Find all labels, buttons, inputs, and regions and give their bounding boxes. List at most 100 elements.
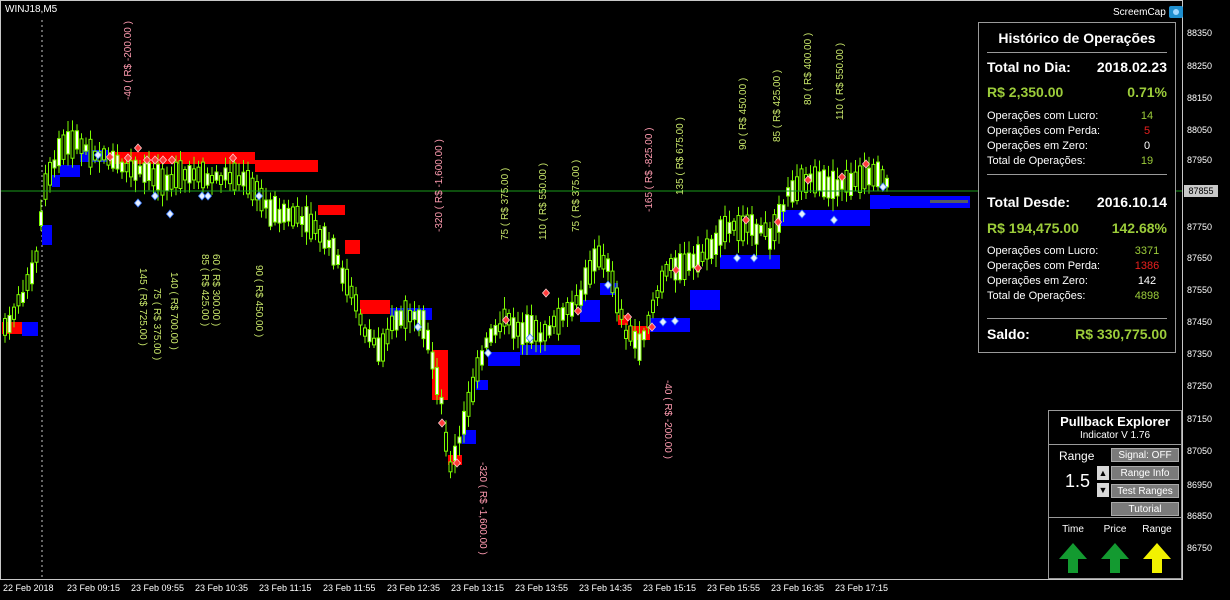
candle [511, 317, 516, 339]
candle [682, 253, 687, 281]
y-tick-label: 88250 [1187, 61, 1213, 71]
candle [111, 150, 115, 169]
y-tick-label: 88350 [1187, 28, 1213, 38]
candle [151, 168, 156, 187]
stat-label: Total de Operações: [987, 290, 1086, 302]
x-tick-label: 23 Feb 16:35 [771, 583, 825, 593]
range-up-button[interactable]: ▲ [1097, 466, 1109, 480]
candle [30, 262, 34, 285]
screemcap-label: ScreemCap [1113, 6, 1166, 18]
tutorial-button[interactable]: Tutorial [1111, 502, 1179, 516]
candle [304, 206, 309, 233]
trend-band [690, 290, 720, 310]
dia-header: Total no Dia: 2018.02.23 [987, 59, 1167, 75]
y-tick-label: 87250 [1187, 381, 1213, 391]
y-tick-label: 86950 [1187, 480, 1213, 490]
candle [835, 179, 840, 197]
dia-amount: R$ 2,350.00 [987, 84, 1064, 100]
stat-row: Operações com Perda: 1386 [987, 260, 1167, 272]
candle [313, 220, 318, 234]
range-label: Range [1059, 449, 1095, 463]
candle [264, 199, 268, 209]
candle [543, 323, 547, 342]
candle [241, 171, 246, 187]
stat-value: 3371 [1134, 245, 1160, 257]
candle [295, 205, 300, 224]
current-price-tag: 87855 [1184, 185, 1218, 197]
candle [498, 323, 502, 333]
x-tick-label: 23 Feb 10:35 [195, 583, 249, 593]
range-down-button[interactable]: ▼ [1097, 483, 1109, 497]
candle [336, 254, 340, 266]
candle [556, 307, 561, 335]
trend-band [318, 205, 345, 215]
candle [88, 138, 93, 168]
candle [196, 166, 201, 183]
candle [367, 328, 372, 343]
candle [480, 350, 484, 366]
candle [876, 161, 880, 188]
candle [768, 227, 772, 250]
range-info-button[interactable]: Range Info [1111, 466, 1179, 480]
candle [399, 310, 403, 326]
x-tick-label: 23 Feb 14:35 [579, 583, 633, 593]
trade-result-label: 90 ( R$ 450.00 ) [738, 78, 749, 150]
x-tick-label: 23 Feb 17:15 [835, 583, 889, 593]
stat-value: 14 [1140, 110, 1154, 122]
arrow-up-yellow-icon [1143, 543, 1171, 573]
candle [192, 168, 196, 181]
y-tick-label: 87450 [1187, 317, 1213, 327]
candle [633, 330, 637, 349]
candle [318, 228, 322, 243]
candle [466, 391, 471, 417]
y-tick-label: 86850 [1187, 511, 1213, 521]
candle [354, 294, 358, 312]
stat-value: 19 [1140, 155, 1154, 167]
trade-marker [693, 263, 703, 273]
candle [552, 315, 556, 328]
candle [84, 144, 88, 152]
candle [246, 170, 250, 195]
candle [453, 445, 457, 462]
dia-label: Total no Dia: [987, 59, 1071, 75]
candle [642, 330, 646, 341]
y-tick-label: 87150 [1187, 414, 1213, 424]
arrow-up-green-icon [1101, 543, 1129, 573]
trend-band [520, 345, 580, 355]
candle [624, 329, 628, 339]
candle [390, 315, 394, 332]
x-tick-label: 22 Feb 2018 [3, 583, 54, 593]
camera-icon[interactable] [1168, 6, 1183, 18]
desde-header: Total Desde: 2016.10.14 [987, 194, 1167, 210]
candle [709, 238, 714, 259]
stat-row: Operações com Perda: 5 [987, 125, 1167, 137]
dia-date: 2018.02.23 [1096, 59, 1167, 75]
candle [628, 325, 633, 342]
candle [228, 172, 232, 185]
candle [660, 270, 664, 293]
dia-percent: 0.71% [1127, 84, 1167, 100]
candle [120, 161, 124, 173]
candle [331, 237, 336, 266]
trade-marker [203, 191, 213, 201]
candle [588, 260, 592, 285]
candle [376, 337, 381, 362]
candle [156, 163, 160, 191]
candle [57, 138, 61, 167]
candle [7, 314, 12, 334]
stat-value: 1386 [1134, 260, 1160, 272]
candle [52, 159, 57, 169]
trade-result-label: 90 ( R$ 450.00 ) [253, 265, 264, 337]
candle [565, 302, 570, 316]
range-value: 1.5 [1065, 471, 1091, 491]
x-tick-label: 23 Feb 12:35 [387, 583, 441, 593]
candle [619, 308, 624, 320]
candle [534, 319, 538, 342]
candle [124, 162, 129, 173]
desde-percent: 142.68% [1111, 220, 1167, 236]
trend-band [650, 318, 690, 332]
screemcap-widget[interactable]: ScreemCap [1113, 6, 1183, 18]
test-ranges-button[interactable]: Test Ranges [1111, 484, 1179, 498]
pullback-title: Pullback Explorer [1060, 414, 1170, 429]
signal-button[interactable]: Signal: OFF [1111, 448, 1179, 462]
